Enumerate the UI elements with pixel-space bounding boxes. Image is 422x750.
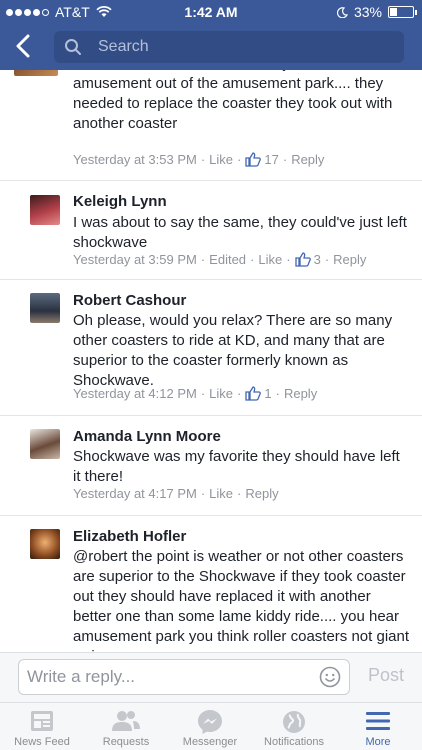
- post-button[interactable]: Post: [356, 665, 416, 686]
- search-icon: [65, 39, 81, 55]
- comment-text: Oh please, would you relax? There are so…: [73, 312, 393, 389]
- comment-text: Shockwave was my favorite they should ha…: [73, 448, 400, 485]
- comment-text: for a ride as lame as this..... they hav…: [73, 70, 393, 132]
- search-input[interactable]: [98, 31, 388, 63]
- moon-icon: [336, 6, 348, 18]
- comment-author[interactable]: Elizabeth Hofler: [73, 528, 186, 545]
- tab-label: Notifications: [264, 736, 324, 748]
- comment-timestamp[interactable]: Yesterday at 4:12 PM: [73, 386, 197, 401]
- back-button[interactable]: [8, 30, 40, 62]
- thumbs-up-icon: [245, 386, 262, 401]
- tab-bar: News Feed Requests Messenger Notificatio…: [0, 702, 422, 750]
- reply-field[interactable]: [18, 659, 350, 695]
- tab-news-feed[interactable]: News Feed: [0, 703, 84, 750]
- news-feed-icon: [31, 711, 53, 731]
- avatar[interactable]: [30, 429, 60, 459]
- thumbs-up-icon: [294, 252, 311, 267]
- thumbs-up-icon: [245, 152, 262, 167]
- like-link[interactable]: Like: [209, 152, 233, 167]
- comment-item: Amanda Lynn Moore Shockwave was my favor…: [0, 416, 422, 516]
- comment-timestamp[interactable]: Yesterday at 4:17 PM: [73, 486, 197, 501]
- tab-label: More: [365, 736, 391, 748]
- like-link[interactable]: Like: [209, 486, 233, 501]
- comment-author[interactable]: Keleigh Lynn: [73, 193, 167, 210]
- comment-meta: Yesterday at 4:12 PM · Like · 1 · Reply: [73, 386, 318, 401]
- reply-input[interactable]: [27, 660, 307, 694]
- tab-more[interactable]: More: [336, 703, 420, 750]
- tab-messenger[interactable]: Messenger: [168, 703, 252, 750]
- like-count[interactable]: 17: [264, 152, 278, 167]
- tab-requests[interactable]: Requests: [84, 703, 168, 750]
- globe-icon: [283, 711, 305, 733]
- comment-text: I was about to say the same, they could'…: [73, 214, 407, 251]
- reply-link[interactable]: Reply: [284, 386, 317, 401]
- comment-author[interactable]: Amanda Lynn Moore: [73, 428, 221, 445]
- comment-item: for a ride as lame as this..... they hav…: [0, 70, 422, 181]
- comment-timestamp[interactable]: Yesterday at 3:53 PM: [73, 152, 197, 167]
- comment-meta: Yesterday at 3:53 PM · Like · 17 · Reply: [73, 152, 325, 167]
- top-bar: AT&T 1:42 AM 33%: [0, 0, 422, 70]
- comment-item: Robert Cashour Oh please, would you rela…: [0, 280, 422, 416]
- avatar[interactable]: [30, 195, 60, 225]
- status-bar: AT&T 1:42 AM 33%: [0, 0, 422, 24]
- like-link[interactable]: Like: [209, 386, 233, 401]
- comment-item: Elizabeth Hofler @robert the point is we…: [0, 516, 422, 652]
- avatar[interactable]: [30, 529, 60, 559]
- avatar[interactable]: [30, 293, 60, 323]
- comment-author[interactable]: Robert Cashour: [73, 292, 186, 309]
- friend-requests-icon: [112, 711, 140, 731]
- comment-list: for a ride as lame as this..... they hav…: [0, 70, 422, 652]
- tab-notifications[interactable]: Notifications: [252, 703, 336, 750]
- edited-label[interactable]: Edited: [209, 252, 246, 267]
- reply-link[interactable]: Reply: [291, 152, 324, 167]
- messenger-icon: [198, 710, 222, 734]
- search-bar[interactable]: [54, 31, 404, 63]
- reply-link[interactable]: Reply: [245, 486, 278, 501]
- avatar[interactable]: [14, 70, 58, 76]
- like-link[interactable]: Like: [258, 252, 282, 267]
- battery-percent: 33%: [353, 4, 382, 20]
- chevron-left-icon: [16, 34, 30, 58]
- tab-label: News Feed: [14, 736, 70, 748]
- comment-meta: Yesterday at 3:59 PM · Edited · Like · 3…: [73, 252, 367, 267]
- reply-link[interactable]: Reply: [333, 252, 366, 267]
- menu-icon: [366, 712, 390, 730]
- tab-label: Requests: [102, 736, 150, 748]
- tab-label: Messenger: [182, 736, 238, 748]
- comment-text: @robert the point is weather or not othe…: [73, 548, 409, 652]
- reply-bar: Post: [0, 652, 422, 702]
- comment-timestamp[interactable]: Yesterday at 3:59 PM: [73, 252, 197, 267]
- emoji-icon[interactable]: [319, 666, 341, 688]
- battery-icon: [388, 6, 417, 18]
- like-count[interactable]: 1: [264, 386, 271, 401]
- like-count[interactable]: 3: [314, 252, 321, 267]
- comment-meta: Yesterday at 4:17 PM · Like · Reply: [73, 486, 279, 501]
- comment-item: Keleigh Lynn I was about to say the same…: [0, 181, 422, 280]
